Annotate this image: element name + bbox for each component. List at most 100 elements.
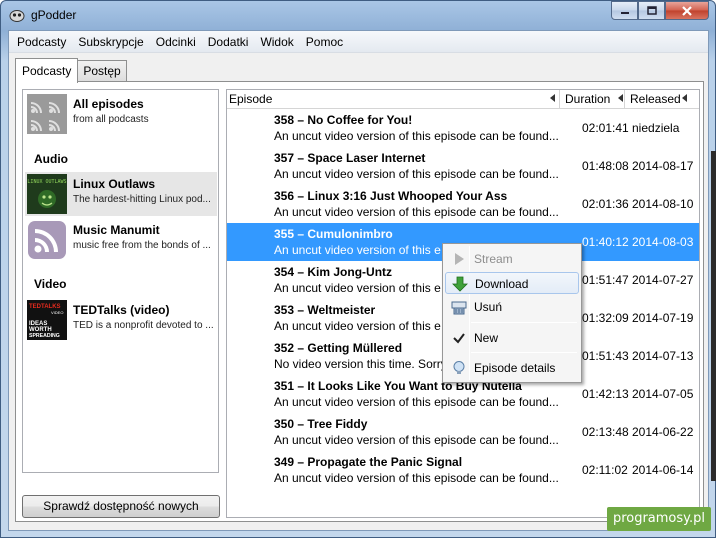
ctx-new[interactable]: New bbox=[445, 327, 579, 349]
menu-odcinki[interactable]: Odcinki bbox=[150, 31, 202, 53]
window-edge-decoration bbox=[711, 151, 716, 481]
podcast-item-tedtalks[interactable]: TEDTALKS VIDEO IDEAS WORTH SPREADING TED… bbox=[25, 298, 217, 342]
episode-description: An uncut video version of this episode c… bbox=[274, 205, 559, 219]
episode-description: An uncut video version of this episode c… bbox=[274, 471, 559, 485]
podcast-subtitle: from all podcasts bbox=[73, 114, 149, 125]
section-heading-video: Video bbox=[34, 277, 67, 291]
episode-title: 349 – Propagate the Panic Signal bbox=[274, 455, 463, 469]
podcast-subtitle: The hardest-hitting Linux pod... bbox=[73, 194, 211, 205]
rss-feed-icon bbox=[27, 94, 67, 134]
podcast-item-music-manumit[interactable]: Music Manumit music free from the bonds … bbox=[25, 218, 217, 262]
episode-duration: 01:42:13 bbox=[582, 387, 629, 401]
svg-text:LINUX OUTLAWS: LINUX OUTLAWS bbox=[27, 179, 66, 185]
menu-dodatki[interactable]: Dodatki bbox=[202, 31, 255, 53]
episode-description: An uncut video version of this episode c… bbox=[274, 167, 559, 181]
episode-description: An uncut video version of this e bbox=[274, 319, 441, 333]
podcast-title: TEDTalks (video) bbox=[73, 303, 170, 317]
episode-released: niedziela bbox=[632, 121, 680, 135]
app-window: gPodder Podcasty Subskrypcje Odcinki Dod… bbox=[0, 0, 716, 538]
maximize-button[interactable] bbox=[638, 1, 665, 20]
episode-released: 2014-07-27 bbox=[632, 273, 694, 287]
podcast-subtitle: TED is a nonprofit devoted to ... bbox=[73, 320, 214, 331]
ctx-episode-details[interactable]: Episode details bbox=[445, 357, 579, 379]
delete-icon bbox=[451, 301, 467, 315]
episode-duration: 02:01:36 bbox=[582, 197, 629, 211]
episode-title: 357 – Space Laser Internet bbox=[274, 151, 426, 165]
svg-text:VIDEO: VIDEO bbox=[51, 310, 63, 315]
ctx-stream-label: Stream bbox=[474, 252, 513, 266]
ctx-stream[interactable]: Stream bbox=[445, 248, 579, 270]
site-watermark: programosy.pl bbox=[606, 507, 711, 531]
tab-strip: Podcasty Postęp bbox=[15, 58, 127, 83]
episode-duration: 01:51:47 bbox=[582, 273, 629, 287]
window-controls bbox=[611, 1, 709, 21]
column-episode[interactable]: Episode bbox=[229, 92, 272, 106]
podcast-list[interactable]: All episodes from all podcasts Audio LIN… bbox=[22, 89, 219, 473]
podcast-item-linux-outlaws[interactable]: LINUX OUTLAWS Linux Outlaws The hardest-… bbox=[25, 172, 217, 216]
episode-released: 2014-08-03 bbox=[632, 235, 694, 249]
episode-released: 2014-08-10 bbox=[632, 197, 694, 211]
episode-duration: 01:51:43 bbox=[582, 349, 629, 363]
menu-separator bbox=[471, 322, 577, 323]
download-icon bbox=[452, 276, 468, 292]
episode-title: 352 – Getting Müllered bbox=[274, 341, 403, 355]
episode-list-header: Episode Duration Released bbox=[227, 90, 699, 109]
svg-text:SPREADING: SPREADING bbox=[29, 333, 60, 339]
episode-description: An uncut video version of this e bbox=[274, 281, 441, 295]
close-button[interactable] bbox=[665, 1, 709, 20]
minimize-button[interactable] bbox=[611, 1, 638, 20]
window-title: gPodder bbox=[31, 8, 77, 22]
episode-row[interactable]: 356 – Linux 3:16 Just Whooped Your Ass A… bbox=[227, 185, 699, 223]
episode-duration: 01:32:09 bbox=[582, 311, 629, 325]
episode-description: No video version this time. Sorry bbox=[274, 357, 447, 371]
podcasts-tab-pane: All episodes from all podcasts Audio LIN… bbox=[15, 81, 704, 522]
checkmark-icon bbox=[453, 333, 465, 344]
episode-title: 356 – Linux 3:16 Just Whooped Your Ass bbox=[274, 189, 508, 203]
ctx-download[interactable]: Download bbox=[445, 272, 579, 294]
column-released[interactable]: Released bbox=[630, 92, 681, 106]
minimize-icon bbox=[620, 11, 629, 14]
section-heading-audio: Audio bbox=[34, 152, 68, 166]
column-separator bbox=[559, 90, 560, 109]
episode-row[interactable]: 349 – Propagate the Panic Signal An uncu… bbox=[227, 451, 699, 489]
menu-widok[interactable]: Widok bbox=[254, 31, 299, 53]
episode-released: 2014-06-22 bbox=[632, 425, 694, 439]
episode-title: 353 – Weltmeister bbox=[274, 303, 376, 317]
menu-bar: Podcasty Subskrypcje Odcinki Dodatki Wid… bbox=[9, 31, 708, 53]
sort-arrow-icon bbox=[682, 94, 687, 102]
rss-feed-icon bbox=[28, 221, 66, 259]
episode-released: 2014-07-05 bbox=[632, 387, 694, 401]
podcast-title: All episodes bbox=[73, 97, 144, 111]
column-duration[interactable]: Duration bbox=[565, 92, 610, 106]
tab-postep[interactable]: Postęp bbox=[77, 60, 127, 82]
menu-pomoc[interactable]: Pomoc bbox=[300, 31, 349, 53]
check-for-new-episodes-button[interactable]: Sprawdź dostępność nowych bbox=[22, 495, 220, 518]
episode-title: 350 – Tree Fiddy bbox=[274, 417, 368, 431]
menu-subskrypcje[interactable]: Subskrypcje bbox=[72, 31, 149, 53]
podcast-title: Linux Outlaws bbox=[73, 177, 156, 191]
episode-row[interactable]: 357 – Space Laser Internet An uncut vide… bbox=[227, 147, 699, 185]
tab-podcasty[interactable]: Podcasty bbox=[15, 58, 79, 83]
episode-duration: 02:01:41 bbox=[582, 121, 629, 135]
episode-row[interactable]: 358 – No Coffee for You! An uncut video … bbox=[227, 109, 699, 147]
podcast-subtitle: music free from the bonds of ... bbox=[73, 240, 211, 251]
episode-context-menu: Stream Download Usuń New Episode details bbox=[442, 243, 582, 383]
episode-description: An uncut video version of this episode c… bbox=[274, 433, 559, 447]
play-icon bbox=[455, 253, 464, 265]
linux-outlaws-thumbnail: LINUX OUTLAWS bbox=[27, 174, 67, 214]
episode-duration: 02:13:48 bbox=[582, 425, 629, 439]
episode-description: An uncut video version of this e bbox=[274, 243, 441, 257]
ctx-remove[interactable]: Usuń bbox=[445, 296, 579, 318]
podcast-item-all-episodes[interactable]: All episodes from all podcasts bbox=[25, 92, 217, 136]
menu-separator bbox=[471, 352, 577, 353]
tedtalks-thumbnail: TEDTALKS VIDEO IDEAS WORTH SPREADING bbox=[27, 300, 67, 340]
episode-description: An uncut video version of this episode c… bbox=[274, 129, 559, 143]
episode-released: 2014-06-14 bbox=[632, 463, 694, 477]
episode-row[interactable]: 350 – Tree Fiddy An uncut video version … bbox=[227, 413, 699, 451]
menu-podcasty[interactable]: Podcasty bbox=[11, 31, 72, 53]
close-icon bbox=[682, 5, 692, 16]
sort-arrow-icon bbox=[618, 94, 623, 102]
episode-duration: 01:40:12 bbox=[582, 235, 629, 249]
episode-released: 2014-08-17 bbox=[632, 159, 694, 173]
episode-duration: 01:48:08 bbox=[582, 159, 629, 173]
